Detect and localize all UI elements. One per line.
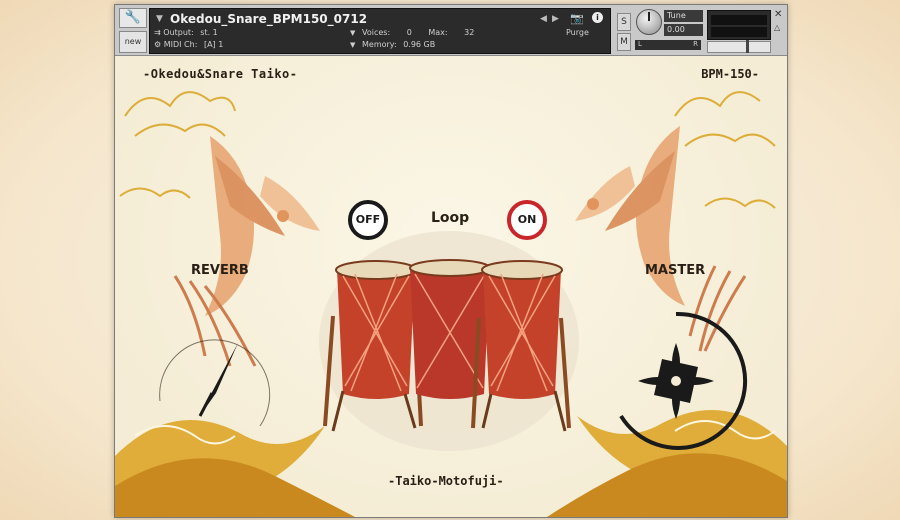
level-meters — [707, 10, 771, 40]
title-right: BPM-150- — [701, 67, 759, 81]
shuriken-icon — [638, 343, 714, 419]
camera-icon[interactable]: 📷 — [570, 12, 584, 25]
master-label: MASTER — [645, 263, 706, 278]
voices-label: Voices: — [362, 28, 391, 37]
midi-icon: ⚙ — [154, 40, 162, 49]
cloud-right-ornament — [674, 91, 776, 209]
pan-slider[interactable]: L R — [635, 40, 701, 50]
tune-knob[interactable] — [636, 9, 662, 35]
collapse-arrow-icon[interactable]: ▼ — [156, 14, 163, 24]
title-left: -Okedou&Snare Taiko- — [143, 67, 298, 81]
instrument-name[interactable]: Okedou_Snare_BPM150_0712 — [170, 12, 367, 26]
mute-button[interactable]: M — [617, 33, 631, 51]
pan-left-label: L — [638, 40, 642, 48]
max-label: Max: — [428, 28, 448, 37]
purge-button[interactable]: Purge — [566, 26, 589, 40]
output-label: Output: — [163, 28, 194, 37]
wrench-icon[interactable]: 🔧 — [119, 8, 147, 28]
tune-value[interactable]: 0.00 — [664, 24, 703, 36]
midi-value: [A] 1 — [203, 40, 224, 49]
loop-off-button[interactable]: OFF — [348, 200, 388, 240]
new-button[interactable]: new — [119, 31, 147, 53]
midi-label: MIDI Ch: — [163, 40, 198, 49]
info-icon[interactable]: i — [592, 12, 603, 23]
next-instrument-icon[interactable]: ▶ — [552, 14, 559, 24]
master-knob[interactable] — [601, 306, 751, 456]
tune-label: Tune — [664, 10, 703, 22]
loop-on-button[interactable]: ON — [507, 200, 547, 240]
reverb-label: REVERB — [191, 263, 249, 278]
midi-dropdown-icon[interactable]: ▼ — [350, 38, 355, 52]
output-icon: ⇉ — [154, 28, 161, 37]
midi-row[interactable]: ⚙ MIDI Ch: [A] 1 — [154, 38, 223, 52]
voices-value: 0 — [406, 28, 412, 37]
output-value: st. 1 — [200, 28, 218, 37]
close-icon[interactable]: ✕ — [774, 9, 782, 20]
solo-button[interactable]: S — [617, 13, 631, 31]
memory-row: Memory: 0.96 GB — [362, 38, 435, 52]
volume-slider[interactable] — [707, 40, 771, 53]
pan-right-label: R — [693, 40, 698, 48]
aux-icon[interactable]: △ — [774, 23, 780, 32]
memory-label: Memory: — [362, 40, 397, 49]
instrument-info-panel: ▼ Okedou_Snare_BPM150_0712 ◀ ▶ 📷 i ⇉ Out… — [149, 8, 611, 54]
prev-instrument-icon[interactable]: ◀ — [540, 14, 547, 24]
max-value[interactable]: 32 — [464, 28, 474, 37]
meter-right — [711, 27, 767, 37]
bottom-title: -Taiko-Motofuji- — [388, 474, 504, 488]
instrument-panel: -Okedou&Snare Taiko- BPM-150- OFF Loop O… — [115, 56, 787, 517]
reverb-knob[interactable] — [150, 321, 280, 451]
loop-label: Loop — [431, 210, 470, 226]
memory-value: 0.96 GB — [403, 40, 436, 49]
meter-left — [711, 15, 767, 25]
kontakt-header: 🔧 new ▼ Okedou_Snare_BPM150_0712 ◀ ▶ 📷 i… — [115, 5, 787, 56]
instrument-window: 🔧 new ▼ Okedou_Snare_BPM150_0712 ◀ ▶ 📷 i… — [114, 4, 788, 518]
